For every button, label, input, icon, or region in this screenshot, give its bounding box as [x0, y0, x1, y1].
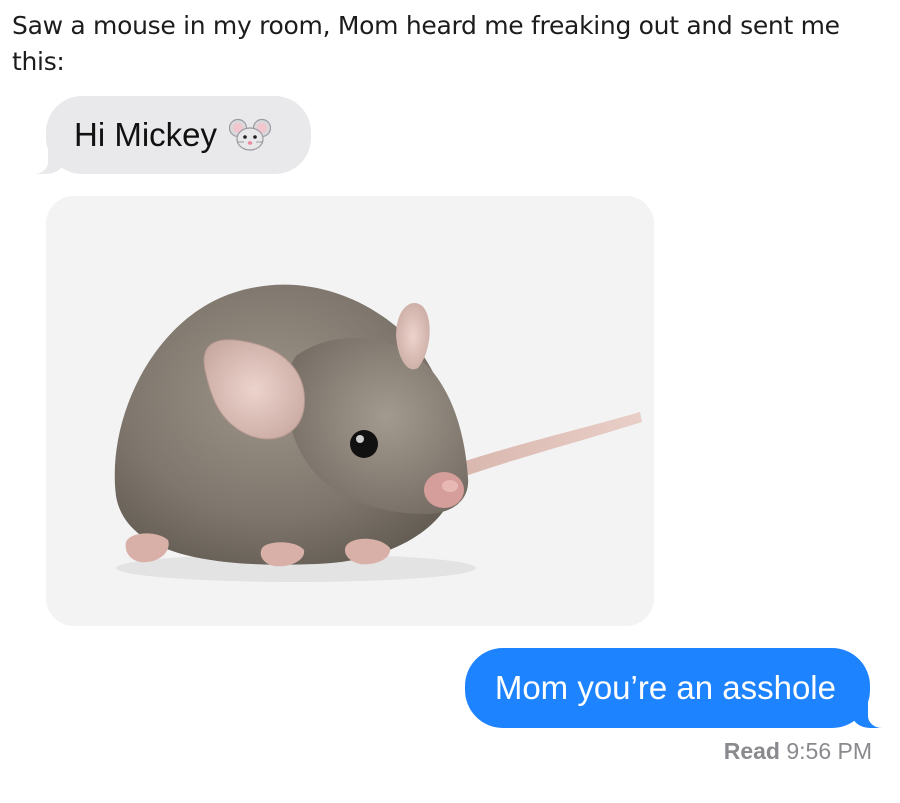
bubble-tail [852, 702, 890, 728]
mouse-photo[interactable] [46, 196, 654, 626]
incoming-message-bubble[interactable]: Hi Mickey [26, 96, 312, 174]
message-thread: Hi Mickey Mom you’re an asshole Read 9:5… [0, 0, 900, 803]
bubble-tail [26, 148, 64, 174]
read-receipt: Read 9:56 PM [724, 738, 872, 765]
mouse-face-icon [228, 118, 272, 152]
message-text: Hi Mickey [74, 116, 218, 153]
receipt-time: 9:56 PM [786, 738, 872, 764]
receipt-status: Read [723, 738, 780, 764]
message-text: Mom you’re an asshole [494, 669, 836, 706]
outgoing-message-bubble[interactable]: Mom you’re an asshole [464, 648, 890, 728]
